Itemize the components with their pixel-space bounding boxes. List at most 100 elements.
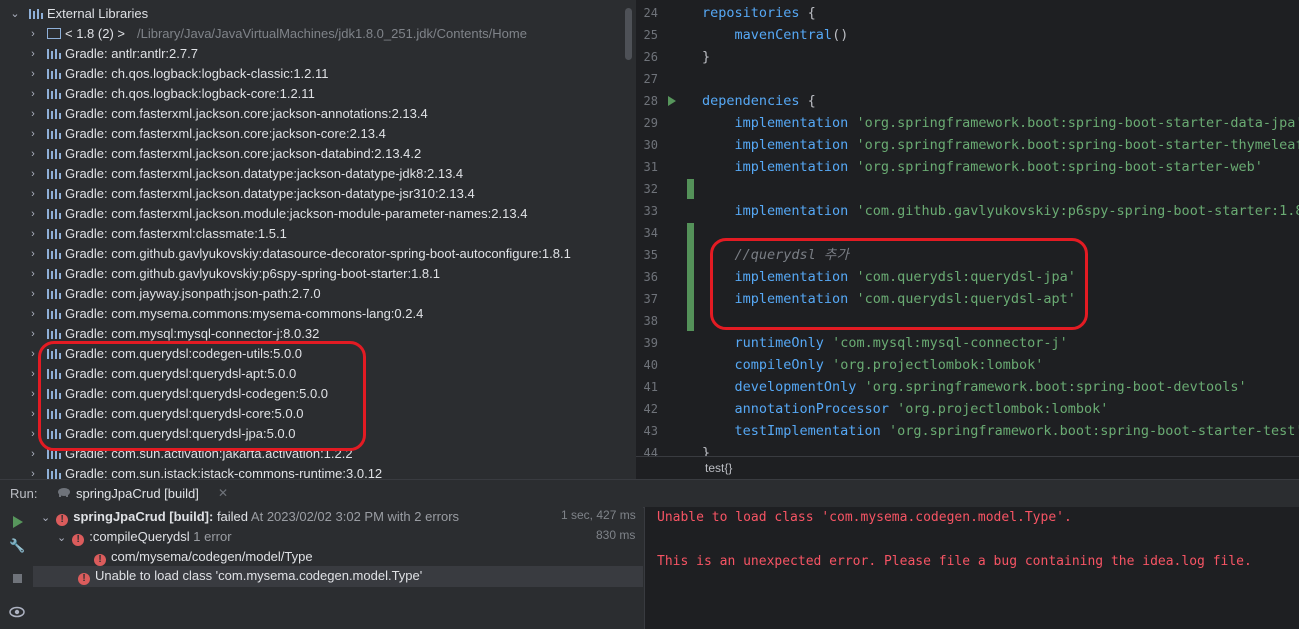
code-line[interactable]: annotationProcessor 'org.projectlombok:l… [702,398,1109,420]
library-icon [47,89,61,99]
code-line[interactable]: runtimeOnly 'com.mysql:mysql-connector-j… [702,332,1068,354]
build-node-error-selected[interactable]: ! Unable to load class 'com.mysema.codege… [33,566,643,587]
chevron-right-icon[interactable]: › [28,424,38,444]
run-gutter-icon[interactable] [668,96,676,106]
change-marker [687,223,694,331]
chevron-right-icon[interactable]: › [28,84,38,104]
chevron-right-icon[interactable]: › [28,244,38,264]
chevron-down-icon[interactable]: ⌄ [41,512,50,524]
chevron-right-icon[interactable]: › [28,184,38,204]
code-line[interactable]: implementation 'com.github.gavlyukovskiy… [702,200,1299,222]
chevron-right-icon[interactable]: › [28,464,38,479]
rerun-icon[interactable] [9,514,25,530]
tree-node-library[interactable]: › Gradle: com.sun.activation:jakarta.acti… [0,444,620,464]
tree-node-library[interactable]: › Gradle: com.github.gavlyukovskiy:dataso… [0,244,620,264]
chevron-right-icon[interactable]: › [28,224,38,244]
tree-node-library[interactable]: › Gradle: com.mysql:mysql-connector-j:8.0… [0,324,620,344]
tree-node-library[interactable]: › Gradle: com.fasterxml.jackson.datatype:… [0,184,620,204]
library-icon [47,49,61,59]
tree-node-library[interactable]: › Gradle: com.fasterxml.jackson.core:jack… [0,104,620,124]
build-node-root[interactable]: ⌄! springJpaCrud [build]: failed At 2023/… [41,507,459,527]
tree-node-library[interactable]: › Gradle: antlr:antlr:2.7.7 [0,44,620,64]
chevron-right-icon[interactable]: › [28,144,38,164]
code-token: () [832,27,849,43]
tree-node-jdk[interactable]: › < 1.8 (2) > /Library/Java/JavaVirtualM… [0,24,620,44]
code-line[interactable]: compileOnly 'org.projectlombok:lombok' [702,354,1044,376]
code-line[interactable]: dependencies { [702,90,816,112]
code-line[interactable]: mavenCentral() [702,24,849,46]
tree-node-library[interactable]: › Gradle: ch.qos.logback:logback-core:1.2… [0,84,620,104]
tree-node-library[interactable]: › Gradle: com.querydsl:querydsl-codegen:5… [0,384,620,404]
chevron-right-icon[interactable]: › [28,264,38,284]
build-node-error[interactable]: ! Unable to load class 'com.mysema.codege… [78,566,422,586]
tree-node-library[interactable]: › Gradle: com.fasterxml.jackson.core:jack… [0,144,620,164]
tree-node-library[interactable]: › Gradle: com.mysema.commons:mysema-commo… [0,304,620,324]
chevron-down-icon[interactable]: ⌄ [10,4,20,24]
code-line[interactable]: implementation 'org.springframework.boot… [702,134,1299,156]
tree-node-library[interactable]: › Gradle: com.querydsl:querydsl-jpa:5.0.0 [0,424,620,444]
code-token: compileOnly [734,357,824,373]
library-icon [47,369,61,379]
code-line[interactable]: developmentOnly 'org.springframework.boo… [702,376,1247,398]
code-line[interactable]: implementation 'com.querydsl:querydsl-ap… [702,288,1076,310]
chevron-right-icon[interactable]: › [28,384,38,404]
tree-node-library[interactable]: › Gradle: com.fasterxml:classmate:1.5.1 [0,224,620,244]
tree-node-library[interactable]: › Gradle: com.querydsl:codegen-utils:5.0.… [0,344,620,364]
tree-node-library[interactable]: › Gradle: com.querydsl:querydsl-core:5.0.… [0,404,620,424]
code-token: developmentOnly [734,379,857,395]
console-output[interactable]: Unable to load class 'com.mysema.codegen… [644,507,1299,629]
build-node-task[interactable]: ⌄!:compileQuerydsl 1 error [57,527,232,547]
library-label: Gradle: com.fasterxml.jackson.core:jacks… [65,126,386,141]
build-detail: At 2023/02/02 3:02 PM with 2 errors [248,509,460,524]
build-node-path[interactable]: ! com/mysema/codegen/model/Type [94,547,313,567]
tree-node-library[interactable]: › Gradle: com.jayway.jsonpath:json-path:2… [0,284,620,304]
wrench-icon[interactable]: 🔧 [9,538,25,554]
code-line[interactable]: implementation 'com.querydsl:querydsl-jp… [702,266,1076,288]
chevron-right-icon[interactable]: › [28,344,38,364]
code-line[interactable]: //querydsl 추가 [702,244,849,266]
tab-run-build[interactable]: springJpaCrud [build] ✕ [48,480,238,509]
breadcrumb[interactable]: test{} [636,456,1299,479]
tree-node-library[interactable]: › Gradle: ch.qos.logback:logback-classic:… [0,64,620,84]
library-label: Gradle: com.jayway.jsonpath:json-path:2.… [65,286,321,301]
chevron-right-icon[interactable]: › [28,444,38,464]
code-line[interactable]: repositories { [702,2,816,24]
tree-node-library[interactable]: › Gradle: com.fasterxml.jackson.core:jack… [0,124,620,144]
chevron-right-icon[interactable]: › [28,64,38,84]
close-icon[interactable]: ✕ [218,486,228,500]
code-line[interactable]: } [702,46,710,68]
breadcrumb-item[interactable]: test{} [705,461,732,475]
code-line[interactable]: implementation 'org.springframework.boot… [702,156,1263,178]
chevron-right-icon[interactable]: › [28,304,38,324]
chevron-right-icon[interactable]: › [28,104,38,124]
chevron-right-icon[interactable]: › [28,24,38,44]
stop-icon[interactable] [9,571,25,587]
code-token: 'org.springframework.boot:spring-boot-st… [856,159,1263,175]
tree-node-library[interactable]: › Gradle: com.sun.istack:istack-commons-r… [0,464,620,479]
code-line[interactable]: implementation 'org.springframework.boot… [702,112,1299,134]
tree-node-library[interactable]: › Gradle: com.fasterxml.jackson.datatype:… [0,164,620,184]
chevron-down-icon[interactable]: ⌄ [57,532,66,544]
chevron-right-icon[interactable]: › [28,44,38,64]
tree-node-library[interactable]: › Gradle: com.github.gavlyukovskiy:p6spy-… [0,264,620,284]
line-number: 28 [643,94,658,108]
eye-icon[interactable] [9,604,25,620]
chevron-right-icon[interactable]: › [28,164,38,184]
tree-node-library[interactable]: › Gradle: com.querydsl:querydsl-apt:5.0.0 [0,364,620,384]
tree-node-external-libraries[interactable]: ⌄ External Libraries [0,4,620,24]
chevron-right-icon[interactable]: › [28,404,38,424]
chevron-right-icon[interactable]: › [28,124,38,144]
chevron-right-icon[interactable]: › [28,204,38,224]
jdk-label: < 1.8 (2) > [65,26,125,41]
tree-scrollbar[interactable] [625,8,632,60]
code-token: 'com.querydsl:querydsl-jpa' [856,269,1076,285]
code-editor[interactable]: 24 repositories {25 mavenCentral() 26} 27 28… [636,0,1299,479]
tree-node-library[interactable]: › Gradle: com.fasterxml.jackson.module:ja… [0,204,620,224]
chevron-right-icon[interactable]: › [28,324,38,344]
chevron-right-icon[interactable]: › [28,364,38,384]
code-line[interactable]: testImplementation 'org.springframework.… [702,420,1299,442]
chevron-right-icon[interactable]: › [28,284,38,304]
